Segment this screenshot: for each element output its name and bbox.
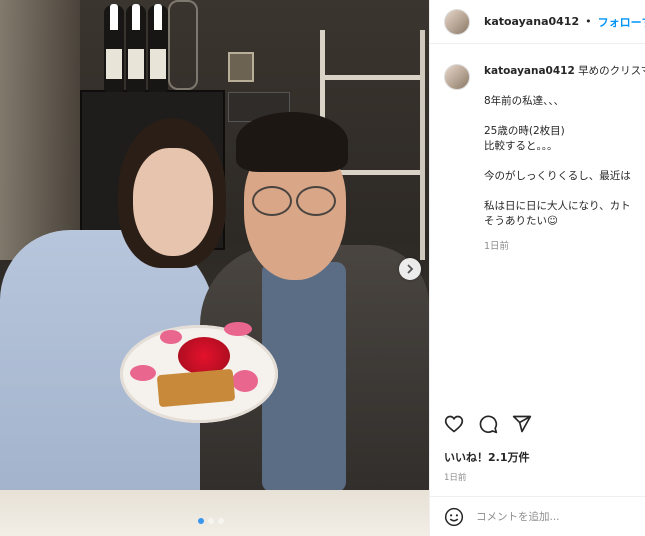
comment-input[interactable] [476,510,645,523]
petal [160,330,182,344]
caption-line: 早めのクリスマ [578,65,645,77]
action-bar [444,414,532,434]
caption-body: katoayana0412 早めのクリスマ 8年前の私達、、、 25歳の時(2枚… [484,64,645,254]
caption-line [484,184,645,199]
post-side-panel: katoayana0412 • フォローする katoayana0412 早めの… [429,0,645,536]
post-photo[interactable] [0,0,429,536]
carousel-dot [198,518,204,524]
decanter [168,0,198,90]
avatar[interactable] [444,64,470,90]
wall [0,0,80,260]
wall-outlet [228,52,254,82]
caption-line: 比較すると。。。 [484,140,558,152]
caption-line [484,154,645,169]
follow-button[interactable]: フォローする [598,14,645,30]
caption-line [484,109,645,124]
chevron-right-icon [407,264,414,274]
cookie [156,368,236,408]
avatar[interactable] [444,8,470,35]
share-icon[interactable] [512,414,532,434]
caption: katoayana0412 早めのクリスマ 8年前の私達、、、 25歳の時(2枚… [444,64,645,254]
caption-line: そうありたい☺ [484,215,558,227]
caption-line [484,79,645,94]
username-link[interactable]: katoayana0412 [484,15,579,28]
wine-bottle [104,4,124,92]
man-hair [236,112,348,172]
caption-line: 私は日に日に大人になり、カト [484,200,631,212]
petal [130,365,156,381]
post-date: 1日前 [444,473,467,483]
emoji-icon[interactable] [444,507,464,527]
petal [224,322,252,336]
caption-line: 今のがしっくりくるし、最近は [484,170,631,182]
caption-area: katoayana0412 早めのクリスマ 8年前の私達、、、 25歳の時(2枚… [430,44,645,404]
petal [232,370,258,392]
glasses [248,186,340,216]
like-count[interactable]: いいね！2.1万件 [444,449,530,465]
comment-icon[interactable] [478,414,498,434]
comment-box [430,496,645,536]
next-slide-button[interactable] [399,258,421,280]
caption-username[interactable]: katoayana0412 [484,65,575,77]
separator: • [585,15,592,28]
caption-line: 8年前の私達、、、 [484,95,565,107]
wine-bottle [148,4,168,92]
carousel-dot [208,518,214,524]
woman-face [133,148,213,256]
caption-line: 25歳の時(2枚目) [484,125,565,137]
post-header: katoayana0412 • フォローする [430,0,645,44]
heart-icon[interactable] [444,414,464,434]
wine-bottle [126,4,146,92]
carousel-dot [218,518,224,524]
caption-time: 1日前 [484,241,510,252]
table [0,490,429,536]
carousel-dots [198,518,224,524]
